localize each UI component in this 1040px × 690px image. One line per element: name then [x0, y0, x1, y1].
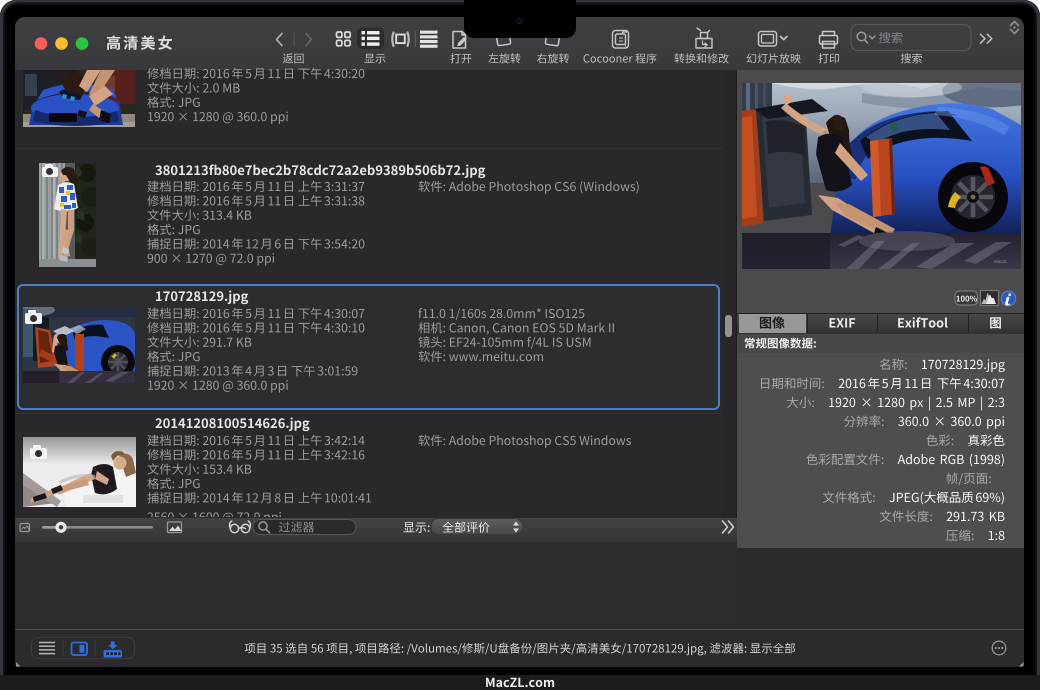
svg-text:MacZL: MacZL: [994, 259, 1008, 264]
